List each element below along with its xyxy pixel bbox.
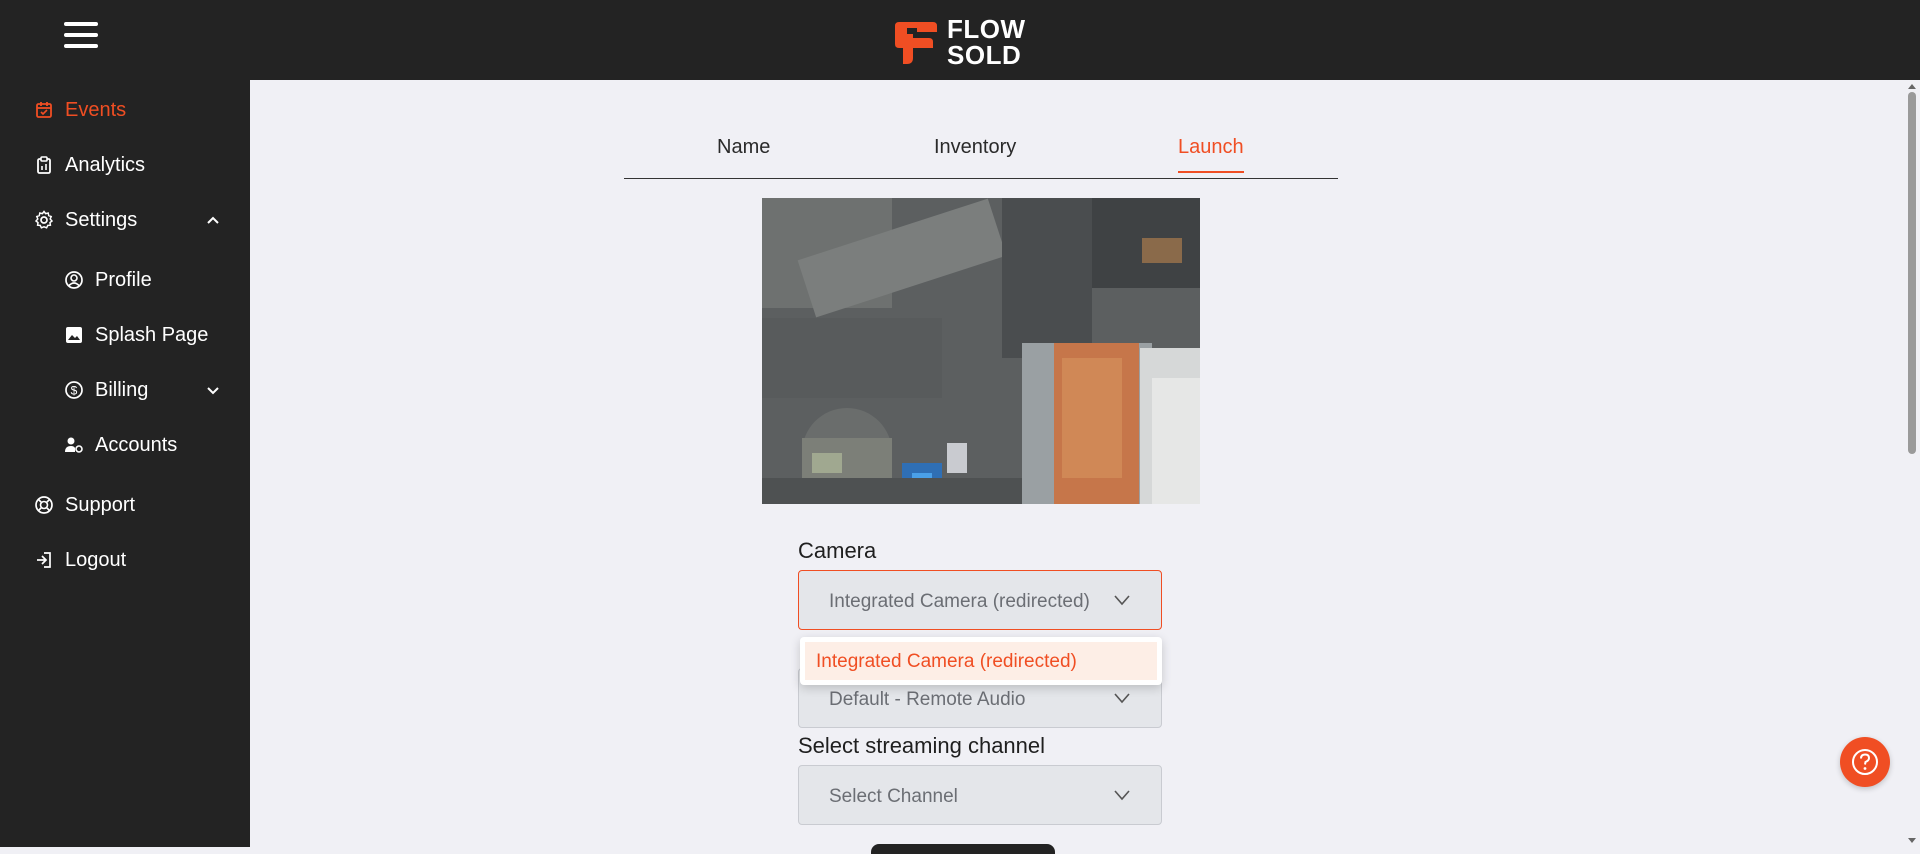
sidebar-item-label: Splash Page — [95, 323, 209, 346]
dollar-circle-icon: $ — [64, 380, 84, 400]
sidebar-item-label: Profile — [95, 268, 152, 291]
scroll-down-arrow-icon[interactable] — [1907, 837, 1917, 845]
chevron-down-icon — [1114, 595, 1130, 606]
camera-dropdown-menu: Integrated Camera (redirected) — [800, 637, 1162, 685]
channel-select[interactable]: Select Channel — [798, 765, 1162, 825]
chevron-up-icon[interactable] — [204, 211, 222, 229]
user-gear-icon — [64, 435, 84, 455]
camera-option[interactable]: Integrated Camera (redirected) — [805, 642, 1157, 680]
sidebar-item-accounts[interactable]: Accounts — [0, 423, 250, 467]
tab-name[interactable]: Name — [717, 136, 770, 171]
sidebar-item-support[interactable]: Support — [0, 483, 250, 527]
gear-icon — [34, 210, 54, 230]
logo-text: FLOW SOLD — [947, 14, 1026, 70]
top-bar: FLOW SOLD — [0, 0, 1920, 80]
step-tabs: Name Inventory Launch — [624, 122, 1338, 179]
camera-preview — [762, 198, 1200, 504]
image-icon — [64, 325, 84, 345]
sidebar-item-settings[interactable]: Settings — [0, 198, 250, 242]
sidebar-item-label: Billing — [95, 378, 149, 401]
scroll-up-arrow-icon[interactable] — [1907, 82, 1917, 90]
help-circle-icon — [1852, 749, 1878, 775]
calendar-icon — [34, 100, 54, 120]
svg-text:$: $ — [71, 384, 78, 398]
sidebar: Events Analytics Settings Profile Splash… — [0, 80, 250, 847]
camera-select-value: Integrated Camera (redirected) — [829, 591, 1090, 612]
tab-inventory[interactable]: Inventory — [934, 136, 1016, 171]
help-button[interactable] — [1840, 737, 1890, 787]
audio-select-value: Default - Remote Audio — [829, 689, 1026, 710]
sidebar-item-label: Accounts — [95, 433, 178, 456]
tab-launch[interactable]: Launch — [1178, 136, 1244, 173]
chevron-down-icon — [1114, 790, 1130, 801]
scrollbar-thumb[interactable] — [1908, 92, 1916, 454]
logo-mark-icon — [895, 22, 937, 64]
sidebar-item-label: Settings — [65, 208, 138, 231]
chevron-down-icon[interactable] — [204, 381, 222, 399]
sidebar-item-label: Events — [65, 98, 127, 121]
sidebar-item-billing[interactable]: $ Billing — [0, 368, 250, 412]
page-scrollbar[interactable] — [1904, 80, 1920, 847]
channel-select-placeholder: Select Channel — [829, 786, 958, 807]
camera-select[interactable]: Integrated Camera (redirected) — [798, 570, 1162, 630]
logout-icon — [34, 550, 54, 570]
clipboard-chart-icon — [34, 155, 54, 175]
sidebar-item-events[interactable]: Events — [0, 88, 250, 132]
sidebar-item-logout[interactable]: Logout — [0, 538, 250, 582]
sidebar-item-label: Logout — [65, 548, 127, 571]
camera-label: Camera — [798, 538, 877, 563]
sidebar-item-splash-page[interactable]: Splash Page — [0, 313, 250, 357]
hamburger-menu-icon[interactable] — [64, 22, 98, 48]
lifebuoy-icon — [34, 495, 54, 515]
sidebar-item-label: Support — [65, 493, 136, 516]
user-circle-icon — [64, 270, 84, 290]
sidebar-item-analytics[interactable]: Analytics — [0, 143, 250, 187]
channel-label: Select streaming channel — [798, 733, 1046, 758]
chevron-down-icon — [1114, 693, 1130, 704]
launch-button[interactable] — [871, 844, 1055, 854]
sidebar-item-profile[interactable]: Profile — [0, 258, 250, 302]
sidebar-item-label: Analytics — [65, 153, 146, 176]
flowsold-logo[interactable]: FLOW SOLD — [893, 14, 1026, 70]
